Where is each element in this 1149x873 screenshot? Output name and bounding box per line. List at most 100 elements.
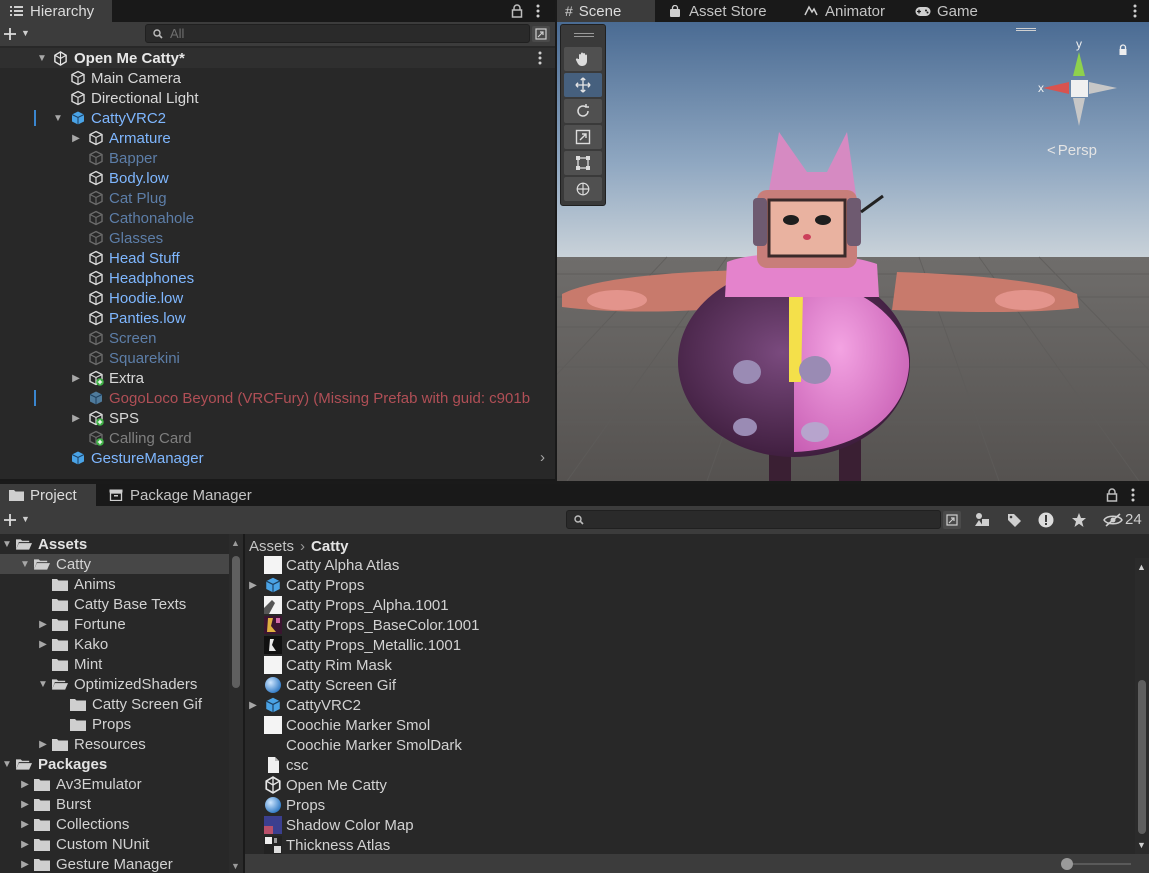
file-item[interactable]: csc xyxy=(245,755,1135,775)
warning-icon[interactable] xyxy=(1038,512,1054,528)
hierarchy-item[interactable]: Cat Plug xyxy=(0,188,555,208)
drag-handle-icon[interactable] xyxy=(574,33,594,37)
lock-icon[interactable] xyxy=(509,3,525,19)
breadcrumb-catty[interactable]: Catty xyxy=(311,538,349,555)
expand-arrow-icon[interactable]: ▶ xyxy=(247,700,259,711)
hierarchy-item[interactable]: ▶ SPS xyxy=(0,408,555,428)
icon-size-slider-track[interactable] xyxy=(1065,863,1131,865)
kebab-menu-icon[interactable] xyxy=(530,3,546,19)
scene-menu-icon[interactable] xyxy=(532,50,548,66)
file-scroll-down-icon[interactable]: ▼ xyxy=(1137,840,1146,850)
file-scroll-up-icon[interactable]: ▲ xyxy=(1137,562,1146,572)
folder-tree-item[interactable]: Catty Screen Gif xyxy=(0,694,229,714)
project-add-icon[interactable] xyxy=(2,512,18,528)
file-scroll-thumb[interactable] xyxy=(1138,680,1146,834)
persp-toggle[interactable]: < Persp xyxy=(1047,142,1097,159)
tab-package-manager[interactable]: Package Manager xyxy=(100,484,260,506)
folder-tree-item[interactable]: Catty Base Texts xyxy=(0,594,229,614)
file-item[interactable]: Catty Props_Alpha.1001 xyxy=(245,595,1135,615)
scene-header-row[interactable]: ▼ Open Me Catty* xyxy=(0,48,555,68)
tab-scene[interactable]: # Scene xyxy=(557,0,655,22)
hierarchy-item[interactable]: Panties.low xyxy=(0,308,555,328)
expand-arrow-icon[interactable]: ▶ xyxy=(70,133,82,144)
hierarchy-item[interactable]: ▶ Extra xyxy=(0,368,555,388)
transform-tool-button[interactable] xyxy=(564,177,602,201)
tab-hierarchy[interactable]: Hierarchy xyxy=(0,0,112,22)
expand-arrow-icon[interactable]: ▶ xyxy=(19,799,31,810)
hierarchy-item[interactable]: Body.low xyxy=(0,168,555,188)
scale-tool-button[interactable] xyxy=(564,125,602,149)
hierarchy-item[interactable]: Hoodie.low xyxy=(0,288,555,308)
folder-tree-item[interactable]: ▼ Assets xyxy=(0,534,229,554)
expand-arrow-icon[interactable]: ▼ xyxy=(19,559,31,570)
expand-arrow-icon[interactable]: ▼ xyxy=(52,113,64,124)
file-item[interactable]: Open Me Catty xyxy=(245,775,1135,795)
scene-kebab-icon[interactable] xyxy=(1127,3,1143,19)
hierarchy-item[interactable]: GogoLoco Beyond (VRCFury) (Missing Prefa… xyxy=(0,388,555,408)
breadcrumb-assets[interactable]: Assets xyxy=(249,538,294,555)
file-item[interactable]: Catty Screen Gif xyxy=(245,675,1135,695)
expand-arrow-icon[interactable]: ▼ xyxy=(37,679,49,690)
hierarchy-item[interactable]: Screen xyxy=(0,328,555,348)
project-kebab-icon[interactable] xyxy=(1125,487,1141,503)
folder-tree-item[interactable]: ▶ Gesture Manager xyxy=(0,854,229,873)
hierarchy-search-input[interactable]: All xyxy=(145,24,530,43)
expand-arrow-icon[interactable]: ▶ xyxy=(247,580,259,591)
folder-tree-item[interactable]: Anims xyxy=(0,574,229,594)
file-item[interactable]: Shadow Color Map xyxy=(245,815,1135,835)
file-item[interactable]: Coochie Marker SmolDark xyxy=(245,735,1135,755)
expand-arrow-icon[interactable]: ▶ xyxy=(70,373,82,384)
hierarchy-item[interactable]: ▼ CattyVRC2 xyxy=(0,108,555,128)
tab-project[interactable]: Project xyxy=(0,484,96,506)
hierarchy-item[interactable]: Cathonahole xyxy=(0,208,555,228)
rotate-tool-button[interactable] xyxy=(564,99,602,123)
file-item[interactable]: Catty Alpha Atlas xyxy=(245,555,1135,575)
expand-arrow-icon[interactable]: ▶ xyxy=(19,819,31,830)
expand-arrow-icon[interactable]: ▶ xyxy=(70,413,82,424)
project-search-input[interactable] xyxy=(566,510,941,529)
hierarchy-item[interactable]: Calling Card xyxy=(0,428,555,448)
tree-scroll-thumb[interactable] xyxy=(232,556,240,688)
filter-by-type-icon[interactable] xyxy=(974,512,990,528)
hierarchy-item[interactable]: Head Stuff xyxy=(0,248,555,268)
favorite-star-icon[interactable] xyxy=(1071,512,1087,528)
file-item[interactable]: ▶ CattyVRC2 xyxy=(245,695,1135,715)
file-item[interactable]: Catty Props_Metallic.1001 xyxy=(245,635,1135,655)
scene-viewport[interactable]: y x < Persp xyxy=(557,22,1149,481)
scroll-up-icon[interactable]: ▲ xyxy=(231,538,240,548)
scroll-down-icon[interactable]: ▼ xyxy=(231,861,240,871)
expand-arrow-icon[interactable]: ▶ xyxy=(19,779,31,790)
expand-arrow-icon[interactable]: ▶ xyxy=(37,739,49,750)
hierarchy-item[interactable]: ▶ Armature xyxy=(0,128,555,148)
hand-tool-button[interactable] xyxy=(564,47,602,71)
rect-tool-button[interactable] xyxy=(564,151,602,175)
project-lock-icon[interactable] xyxy=(1104,487,1120,503)
folder-tree-item[interactable]: Mint xyxy=(0,654,229,674)
expand-arrow-icon[interactable]: ▶ xyxy=(37,639,49,650)
chevron-right-icon[interactable]: › xyxy=(540,449,545,466)
move-tool-button[interactable] xyxy=(564,73,602,97)
hierarchy-item[interactable]: Main Camera xyxy=(0,68,555,88)
folder-tree-item[interactable]: ▶ Av3Emulator xyxy=(0,774,229,794)
hidden-packages-toggle[interactable]: 24 xyxy=(1103,511,1142,528)
expand-arrow-icon[interactable]: ▶ xyxy=(19,839,31,850)
label-tag-icon[interactable] xyxy=(1006,512,1022,528)
hierarchy-item[interactable]: GestureManager xyxy=(0,448,555,468)
tab-game[interactable]: Game xyxy=(907,0,986,22)
add-icon[interactable] xyxy=(2,26,18,42)
folder-tree-item[interactable]: Props xyxy=(0,714,229,734)
file-item[interactable]: Thickness Atlas xyxy=(245,835,1135,854)
expand-arrow-icon[interactable]: ▼ xyxy=(1,539,13,550)
expand-arrow-icon[interactable]: ▶ xyxy=(37,619,49,630)
expand-arrow-icon[interactable]: ▼ xyxy=(1,759,13,770)
project-chevron-down-icon[interactable]: ▼ xyxy=(21,514,30,524)
search-filter-icon[interactable] xyxy=(532,26,550,42)
chevron-down-icon[interactable]: ▼ xyxy=(21,28,30,38)
file-item[interactable]: Catty Rim Mask xyxy=(245,655,1135,675)
folder-tree-item[interactable]: ▼ Catty xyxy=(0,554,229,574)
gizmo-drag-handle[interactable] xyxy=(1016,28,1036,31)
folder-tree-item[interactable]: ▶ Collections xyxy=(0,814,229,834)
file-item[interactable]: Props xyxy=(245,795,1135,815)
hierarchy-item[interactable]: Squarekini xyxy=(0,348,555,368)
folder-tree-item[interactable]: ▶ Custom NUnit xyxy=(0,834,229,854)
